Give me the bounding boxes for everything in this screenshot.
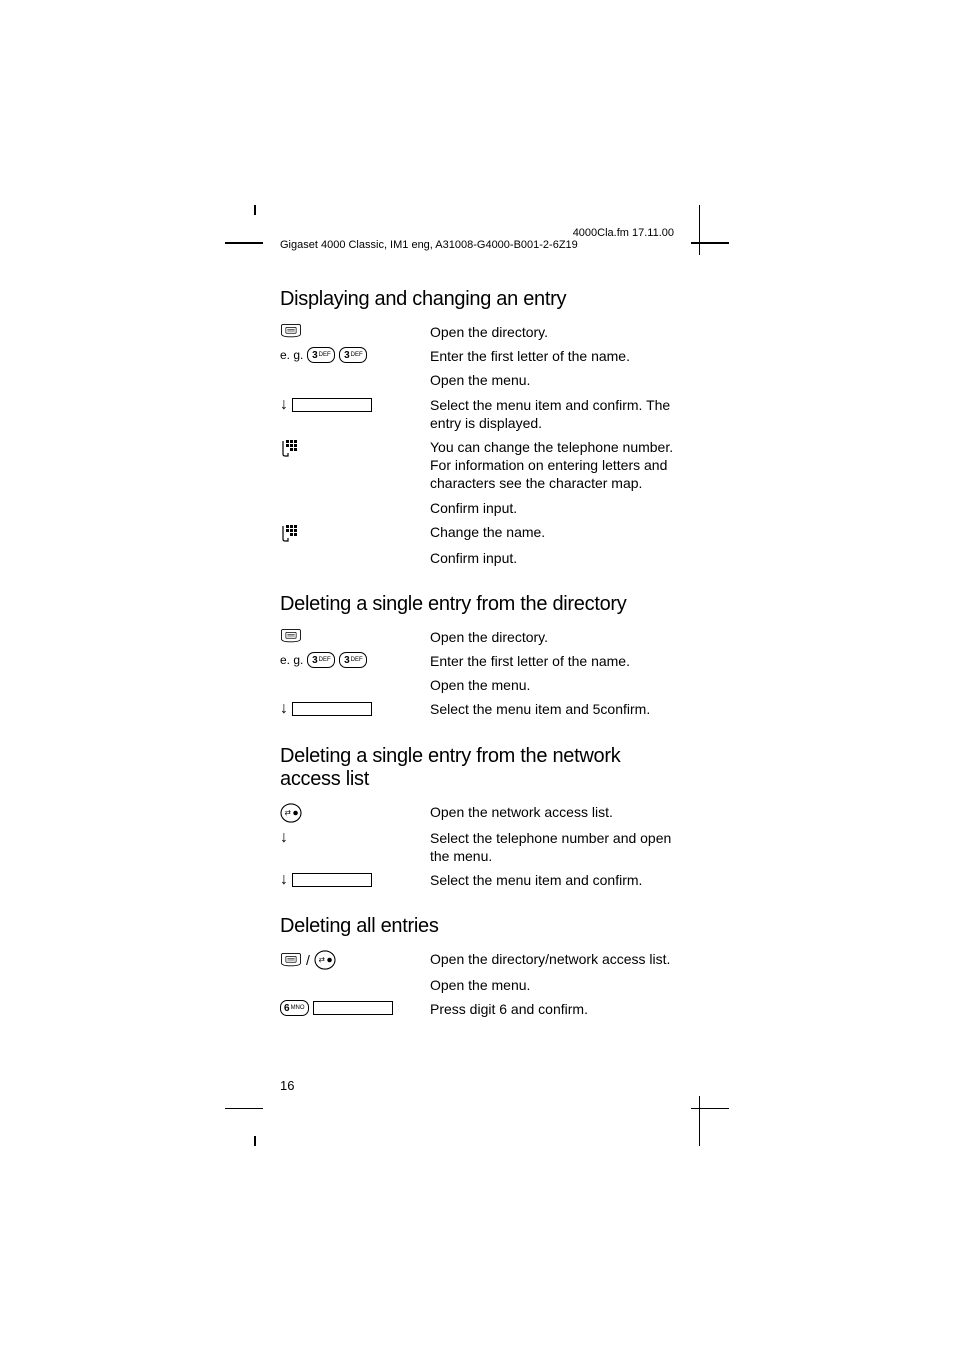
step-text: Confirm input. bbox=[430, 549, 680, 567]
step-text: Open the menu. bbox=[430, 976, 680, 994]
directory-icon bbox=[280, 628, 302, 644]
step-text: Select the menu item and confirm. The en… bbox=[430, 396, 680, 432]
section-title: Deleting a single entry from the network… bbox=[280, 745, 680, 791]
step-text: Open the menu. bbox=[430, 371, 680, 389]
file-timestamp: 4000Cla.fm 17.11.00 bbox=[573, 227, 674, 239]
step-text: Change the name. bbox=[430, 523, 680, 541]
page-number: 16 bbox=[280, 1078, 294, 1093]
step-text: Select the menu item and confirm. bbox=[430, 871, 680, 889]
directory-icon bbox=[280, 323, 302, 339]
keypad-icon bbox=[280, 523, 300, 543]
key-3: 3DEF bbox=[307, 347, 335, 363]
step-text: Open the directory. bbox=[430, 628, 680, 646]
step-text: Enter the first letter of the name. bbox=[430, 652, 680, 670]
section-title: Displaying and changing an entry bbox=[280, 288, 680, 311]
step-text: Open the network access list. bbox=[430, 803, 680, 821]
menu-box-icon bbox=[292, 398, 372, 412]
key-3: 3DEF bbox=[339, 652, 367, 668]
arrow-down-icon: ↓ bbox=[280, 700, 288, 718]
eg-label: e. g. bbox=[280, 348, 303, 362]
document-header: 4000Cla.fm 17.11.00 Gigaset 4000 Classic… bbox=[280, 227, 674, 251]
arrow-down-icon: ↓ bbox=[280, 829, 288, 847]
step-text: Open the menu. bbox=[430, 676, 680, 694]
key-3: 3DEF bbox=[339, 347, 367, 363]
section-title: Deleting all entries bbox=[280, 915, 680, 938]
step-text: Select the telephone number and open the… bbox=[430, 829, 680, 865]
key-6: 6MNO bbox=[280, 1000, 309, 1016]
eg-label: e. g. bbox=[280, 653, 303, 667]
step-text: Open the directory/network access list. bbox=[430, 950, 680, 968]
network-list-icon: ⇄ bbox=[314, 950, 336, 970]
arrow-down-icon: ↓ bbox=[280, 871, 288, 889]
step-text: You can change the telephone number. For… bbox=[430, 438, 680, 493]
key-3: 3DEF bbox=[307, 652, 335, 668]
keypad-icon bbox=[280, 438, 300, 458]
section-title: Deleting a single entry from the directo… bbox=[280, 593, 680, 616]
network-list-icon: ⇄ bbox=[280, 803, 302, 823]
svg-text:⇄: ⇄ bbox=[285, 807, 291, 816]
step-text: Open the directory. bbox=[430, 323, 680, 341]
step-text: Confirm input. bbox=[430, 499, 680, 517]
slash: / bbox=[306, 952, 310, 968]
arrow-down-icon: ↓ bbox=[280, 396, 288, 414]
directory-icon bbox=[280, 952, 302, 968]
main-content: Displaying and changing an entry Open th… bbox=[280, 280, 680, 1025]
menu-box-icon bbox=[292, 702, 372, 716]
step-text: Select the menu item and 5confirm. bbox=[430, 700, 680, 718]
step-text: Enter the first letter of the name. bbox=[430, 347, 680, 365]
document-id: Gigaset 4000 Classic, IM1 eng, A31008-G4… bbox=[280, 239, 578, 251]
menu-box-icon bbox=[313, 1001, 393, 1015]
step-text: Press digit 6 and confirm. bbox=[430, 1000, 680, 1018]
svg-text:⇄: ⇄ bbox=[319, 955, 325, 964]
menu-box-icon bbox=[292, 873, 372, 887]
